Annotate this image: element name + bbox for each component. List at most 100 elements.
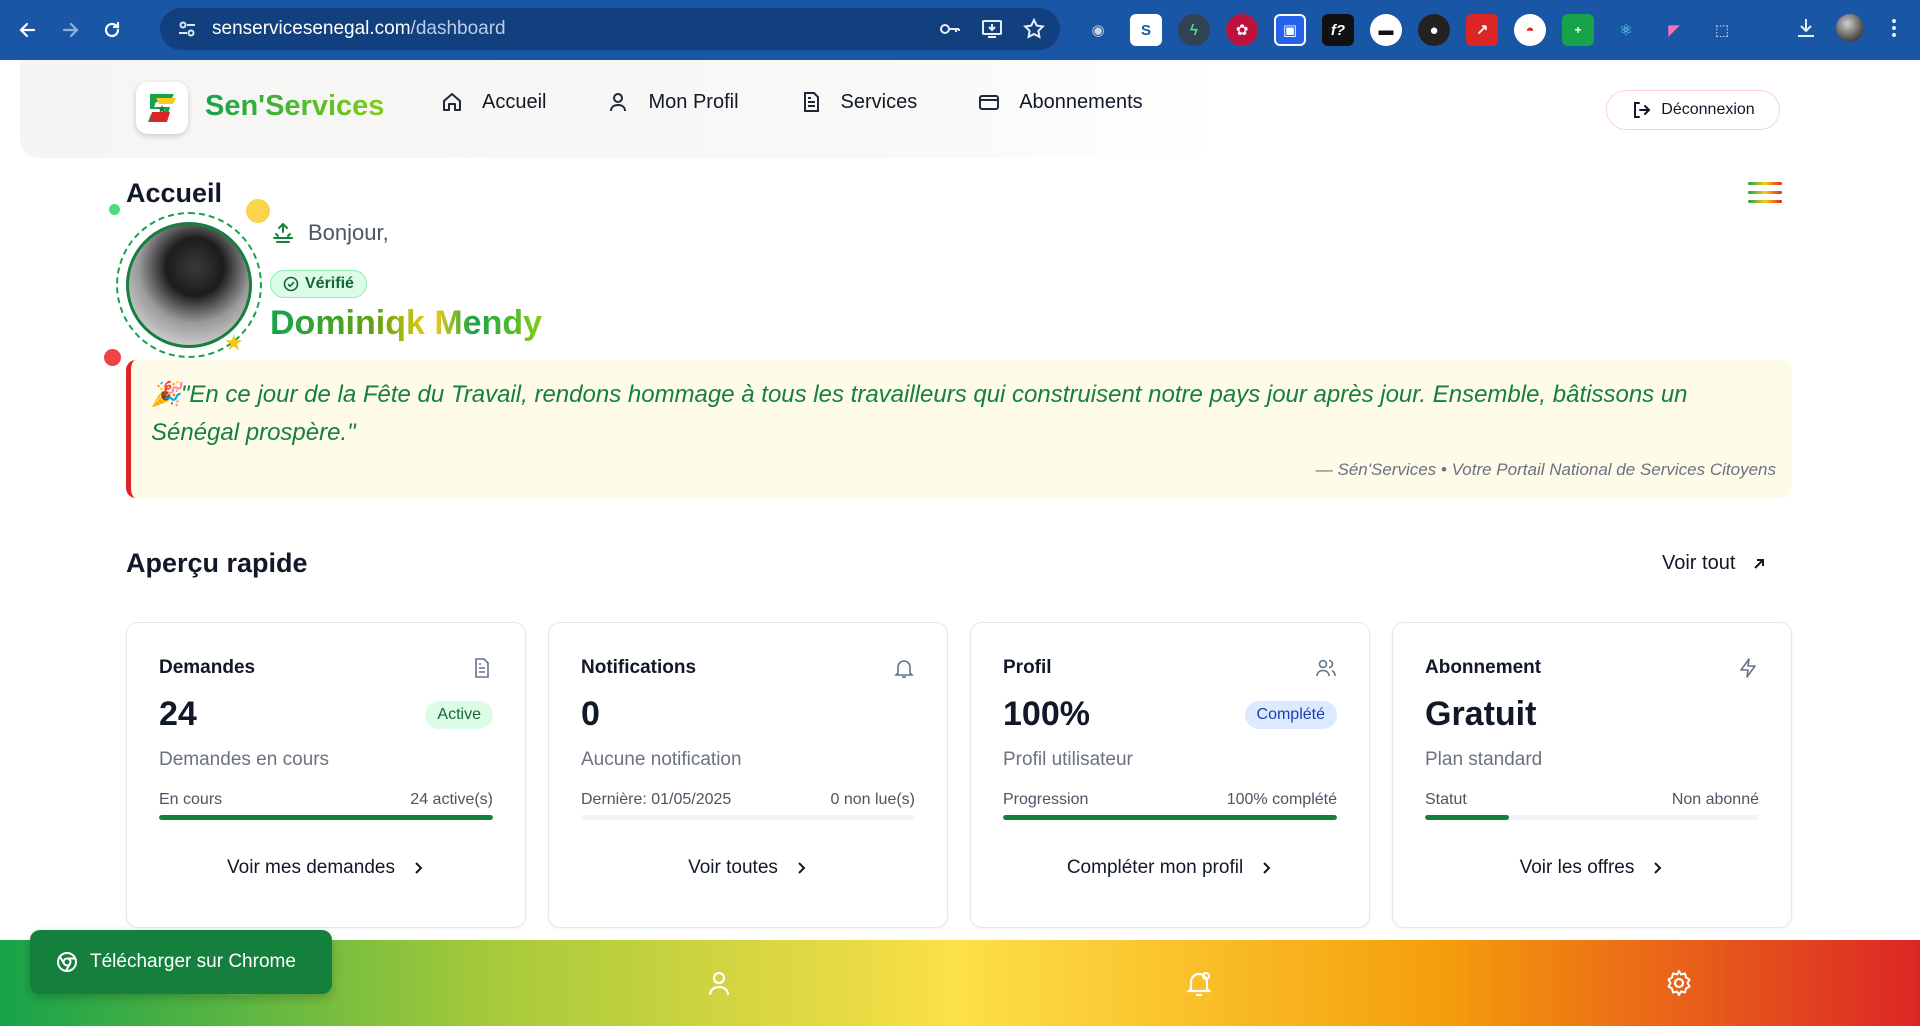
quote-text: 🎉"En ce jour de la Fête du Travail, rend… <box>151 376 1781 452</box>
decor-dot-green <box>109 204 120 215</box>
bolt-extension-icon[interactable]: ϟ <box>1178 14 1210 46</box>
star-icon: ★ <box>224 330 244 355</box>
check-circle-icon <box>283 276 299 292</box>
dark-extension-icon[interactable]: ● <box>1418 14 1450 46</box>
pink-extension-icon[interactable]: ✿ <box>1226 14 1258 46</box>
hamburger-menu-icon[interactable] <box>1748 182 1782 210</box>
chevron-right-icon <box>415 862 423 874</box>
flag-extension-icon[interactable]: ◤ <box>1658 14 1690 46</box>
action-label: Voir toutes <box>688 857 778 878</box>
brand-name[interactable]: Sen'Services <box>205 90 384 123</box>
pokeball-extension-icon[interactable]: ◓ <box>1514 14 1546 46</box>
bookmark-star-icon[interactable] <box>1022 17 1046 41</box>
react-extension-icon[interactable]: ⚛ <box>1610 14 1642 46</box>
card-meta-right: 0 non lue(s) <box>830 791 916 808</box>
card-meta-left: Progression <box>1003 791 1089 808</box>
green-extension-icon[interactable]: + <box>1562 14 1594 46</box>
url-host: senservicesenegal.com <box>212 18 411 39</box>
url-path: /dashboard <box>410 18 506 39</box>
browser-toolbar: senservicesenegal.com/dashboard ◉ S ϟ ✿ … <box>0 0 1920 60</box>
progress-bar <box>581 815 915 820</box>
user-nav-icon[interactable] <box>704 968 734 998</box>
site-settings-icon[interactable] <box>176 18 198 40</box>
decor-dot-red <box>104 349 121 366</box>
progress-bar <box>1003 815 1337 820</box>
chevron-right-icon <box>1263 862 1271 874</box>
back-arrow-icon[interactable] <box>14 16 42 44</box>
nav-item-services[interactable]: Services <box>799 90 917 114</box>
completer-profil-button[interactable]: Compléter mon profil <box>971 857 1369 879</box>
party-icon: 🎉 <box>151 381 181 408</box>
card-value: Gratuit <box>1425 695 1537 733</box>
see-all-link[interactable]: Voir tout <box>1662 552 1767 575</box>
logout-icon <box>1634 102 1651 118</box>
chevron-right-icon <box>798 862 806 874</box>
user-name: Dominiqk Mendy <box>270 304 543 342</box>
install-app-icon[interactable] <box>980 17 1004 41</box>
download-icon[interactable] <box>1794 16 1818 40</box>
download-chrome-button[interactable]: Télécharger sur Chrome <box>30 930 332 994</box>
card-meta-left: Dernière: 01/05/2025 <box>581 791 732 808</box>
settings-gear-icon[interactable] <box>1664 968 1694 998</box>
card-title: Demandes <box>159 657 256 678</box>
extensions-row: ◉ S ϟ ✿ ▣ f? ▬ ● ↗ ◓ + ⚛ ◤ ⬚ <box>1082 14 1738 46</box>
arrow-extension-icon[interactable]: ↗ <box>1466 14 1498 46</box>
voir-toutes-button[interactable]: Voir toutes <box>549 857 947 879</box>
action-label: Voir mes demandes <box>227 857 395 878</box>
password-key-icon[interactable] <box>938 17 962 41</box>
nav-item-mon-profil[interactable]: Mon Profil <box>606 90 739 114</box>
senegal-logo[interactable] <box>136 82 188 134</box>
card-subtitle: Plan standard <box>1425 749 1543 770</box>
bell-nav-icon[interactable] <box>1184 968 1214 998</box>
file-icon <box>803 92 819 112</box>
decor-dot-yellow <box>246 199 270 223</box>
page-title: Accueil <box>126 178 223 208</box>
nav-item-accueil[interactable]: Accueil <box>440 90 546 114</box>
reload-icon[interactable] <box>98 16 126 44</box>
section-title: Aperçu rapide <box>126 548 308 578</box>
card-subtitle: Demandes en cours <box>159 749 330 770</box>
quote-banner: 🎉"En ce jour de la Fête du Travail, rend… <box>126 360 1792 498</box>
progress-bar <box>1425 815 1759 820</box>
address-bar[interactable]: senservicesenegal.com/dashboard <box>160 8 1060 50</box>
card-value: 100% <box>1003 695 1090 733</box>
card-meta-right: 24 active(s) <box>410 791 493 808</box>
quote-body: "En ce jour de la Fête du Travail, rendo… <box>151 381 1688 446</box>
card-meta-right: 100% complété <box>1226 791 1337 808</box>
voir-offres-button[interactable]: Voir les offres <box>1393 857 1791 879</box>
arrow-up-right-icon <box>1754 558 1765 569</box>
bolt-icon <box>1740 658 1756 678</box>
sunrise-icon <box>273 222 293 243</box>
home-icon <box>443 93 461 111</box>
progress-bar <box>159 815 493 820</box>
card-profil: Profil 100% Complété Profil utilisateur … <box>970 622 1370 928</box>
site-header: Sen'Services Accueil Mon Profil Services… <box>0 60 1920 160</box>
card-meta-left: En cours <box>159 791 223 808</box>
nav-label: Abonnements <box>1019 90 1143 113</box>
verified-label: Vérifié <box>305 275 354 292</box>
progress-fill <box>159 815 493 820</box>
document-icon <box>475 658 489 678</box>
card-value: 0 <box>581 695 600 733</box>
puzzle-extensions-icon[interactable]: ⬚ <box>1706 14 1738 46</box>
card-meta-left: Statut <box>1425 791 1467 808</box>
logout-button[interactable]: Déconnexion <box>1606 90 1780 130</box>
card-meta-right: Non abonné <box>1671 791 1759 808</box>
progress-fill <box>1425 815 1509 820</box>
user-icon <box>610 93 627 112</box>
card-abonnement: Abonnement Gratuit Plan standard Statut … <box>1392 622 1792 928</box>
download-chrome-label: Télécharger sur Chrome <box>90 951 296 972</box>
status-badge: Active <box>425 701 493 729</box>
kebab-menu-icon[interactable] <box>1882 16 1906 40</box>
s-extension-icon[interactable]: S <box>1130 14 1162 46</box>
chevron-right-icon <box>1654 862 1662 874</box>
browser-profile-avatar[interactable] <box>1836 14 1864 42</box>
nav-item-abonnements[interactable]: Abonnements <box>977 90 1143 114</box>
camera-extension-icon[interactable]: ◉ <box>1082 14 1114 46</box>
screen-extension-icon[interactable]: ▣ <box>1274 14 1306 46</box>
voir-mes-demandes-button[interactable]: Voir mes demandes <box>127 857 525 879</box>
mask-extension-icon[interactable]: ▬ <box>1370 14 1402 46</box>
forward-arrow-icon[interactable] <box>56 16 84 44</box>
bell-icon <box>894 660 914 678</box>
formula-extension-icon[interactable]: f? <box>1322 14 1354 46</box>
